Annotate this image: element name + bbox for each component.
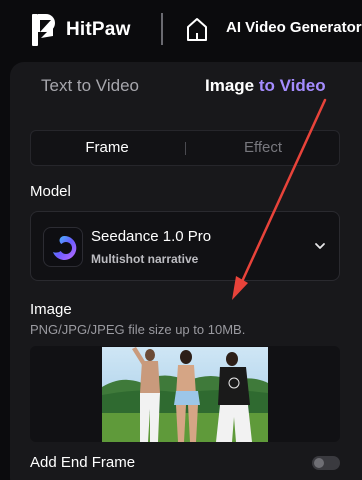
hitpaw-logo-icon — [32, 14, 55, 46]
top-bar: HitPaw AI Video Generator — [0, 0, 362, 60]
tab-image-to-video-label-part1: Image — [205, 76, 259, 95]
home-button[interactable] — [183, 14, 211, 44]
brand[interactable]: HitPaw — [29, 10, 131, 50]
tab-effect[interactable]: Effect — [187, 131, 339, 165]
home-icon — [187, 18, 207, 41]
tab-text-to-video[interactable]: Text to Video — [41, 76, 139, 96]
seedance-logo-icon — [43, 227, 83, 267]
app-window: HitPaw AI Video Generator Text to Video … — [0, 0, 362, 480]
model-select[interactable]: Seedance 1.0 Pro Multishot narrative — [30, 211, 340, 281]
model-label: Model — [30, 183, 71, 200]
model-subtitle: Multishot narrative — [91, 252, 199, 266]
uploaded-image-preview — [102, 347, 268, 442]
add-end-frame-toggle[interactable] — [312, 456, 340, 470]
toggle-knob — [314, 458, 324, 468]
model-name: Seedance 1.0 Pro — [91, 228, 212, 245]
brand-name: HitPaw — [66, 19, 131, 40]
tab-frame[interactable]: Frame — [31, 131, 183, 165]
tab-image-to-video-label-part2: to Video — [258, 76, 326, 95]
mode-tabs: Text to Video Image to Video — [10, 62, 362, 108]
image-hint: PNG/JPG/JPEG file size up to 10MB. — [30, 322, 246, 337]
topbar-divider — [161, 13, 163, 45]
generator-panel: Text to Video Image to Video Frame Effec… — [10, 62, 362, 480]
chevron-down-icon — [313, 239, 327, 253]
tool-title: AI Video Generator — [226, 19, 362, 36]
image-label: Image — [30, 301, 72, 318]
sub-tab-separator — [185, 142, 186, 155]
tab-image-to-video[interactable]: Image to Video — [205, 76, 326, 96]
sub-tabs: Frame Effect — [30, 130, 340, 166]
image-upload-area[interactable] — [30, 346, 340, 442]
add-end-frame-label: Add End Frame — [30, 454, 136, 471]
